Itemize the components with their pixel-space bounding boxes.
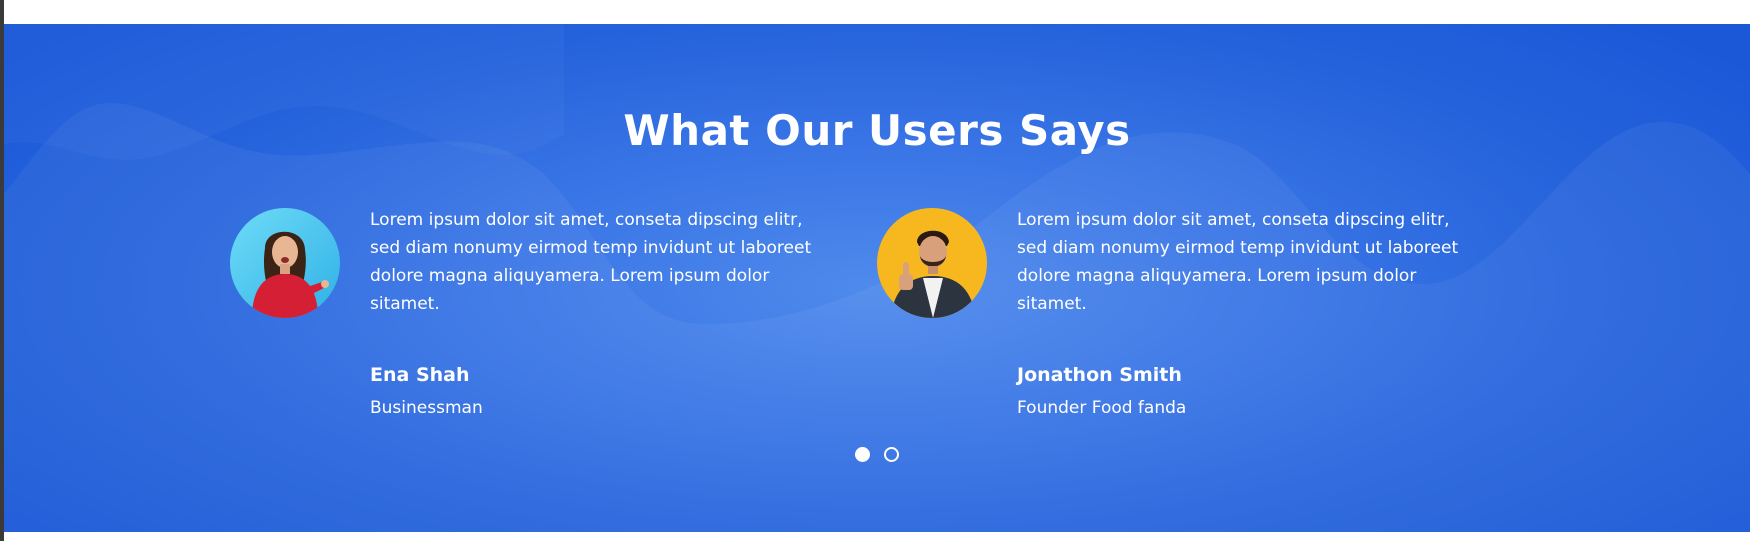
carousel-dot-1[interactable] <box>855 447 870 462</box>
testimonial-author-name: Ena Shah <box>370 364 470 386</box>
testimonial-author-role: Founder Food fanda <box>1017 398 1187 418</box>
testimonial-quote: Lorem ipsum dolor sit amet, conseta dips… <box>370 210 812 314</box>
page: What Our Users Says Lorem ipsum dolor si… <box>0 0 1750 541</box>
testimonial-card: Lorem ipsum dolor sit amet, conseta dips… <box>877 206 1467 418</box>
carousel-dot-2[interactable] <box>884 447 899 462</box>
testimonial-quote: Lorem ipsum dolor sit amet, conseta dips… <box>1017 210 1459 314</box>
woman-pointing-avatar <box>230 208 340 318</box>
testimonial-card: Lorem ipsum dolor sit amet, conseta dips… <box>230 206 820 418</box>
testimonials-section: What Our Users Says Lorem ipsum dolor si… <box>4 24 1750 532</box>
section-title: What Our Users Says <box>623 106 1131 155</box>
man-thumbs-up-avatar <box>877 208 987 318</box>
carousel-pagination <box>855 447 899 465</box>
testimonial-author-name: Jonathon Smith <box>1017 364 1182 386</box>
testimonial-author-role: Businessman <box>370 398 483 418</box>
